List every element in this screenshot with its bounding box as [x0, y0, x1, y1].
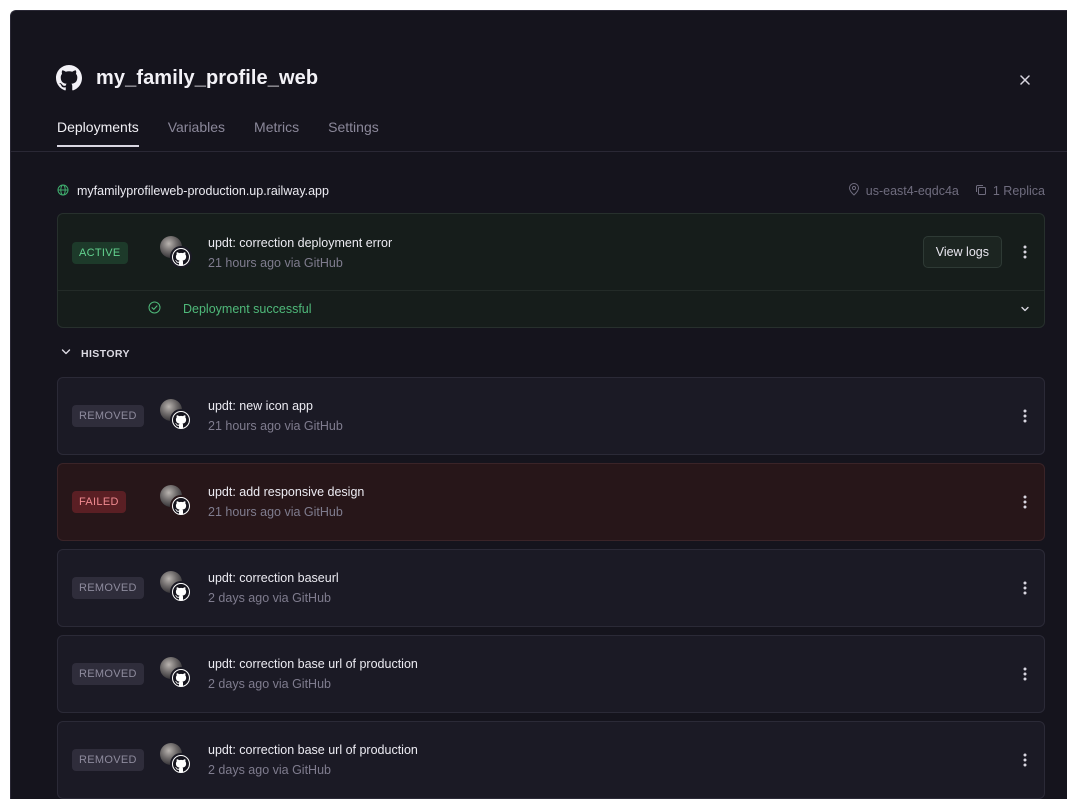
history-toggle[interactable]: HISTORY — [61, 347, 130, 360]
replica-text: 1 Replica — [992, 184, 1045, 198]
history-deployment-card[interactable]: REMOVED updt: correction base url of prod… — [57, 721, 1045, 799]
commit-message: updt: add responsive design — [208, 485, 365, 499]
replica-info: 1 Replica — [975, 184, 1045, 199]
github-small-icon — [170, 495, 192, 517]
tab-settings[interactable]: Settings — [328, 119, 379, 147]
commit-message: updt: new icon app — [208, 399, 313, 413]
history-deployment-card[interactable]: REMOVED updt: new icon app 21 hours ago vi… — [57, 377, 1045, 455]
region-text: us-east4-eqdc4a — [865, 184, 959, 198]
status-badge: REMOVED — [72, 749, 144, 771]
service-panel: my_family_profile_web Deployments Variab… — [10, 10, 1067, 799]
github-small-icon — [170, 753, 192, 775]
commit-info: updt: new icon app 21 hours ago via GitHu… — [208, 399, 343, 433]
service-header: my_family_profile_web — [56, 65, 318, 91]
expand-button[interactable] — [1020, 301, 1030, 319]
service-title: my_family_profile_web — [96, 66, 319, 89]
kebab-icon — [1023, 245, 1027, 259]
domain-url: myfamilyprofileweb-production.up.railway… — [77, 184, 329, 198]
commit-message: updt: correction baseurl — [208, 571, 339, 585]
view-logs-button[interactable]: View logs — [922, 236, 1002, 268]
location-pin-icon — [848, 183, 860, 199]
kebab-icon — [1023, 753, 1027, 767]
commit-time: 2 days ago via GitHub — [208, 677, 331, 691]
history-deployment-card[interactable]: REMOVED updt: correction base url of prod… — [57, 635, 1045, 713]
status-badge: ACTIVE — [72, 242, 128, 264]
card-divider — [58, 290, 1044, 291]
more-options-button[interactable] — [1020, 492, 1030, 512]
avatar — [160, 236, 192, 268]
kebab-icon — [1023, 409, 1027, 423]
kebab-icon — [1023, 667, 1027, 681]
copy-icon — [975, 184, 987, 199]
region-info: us-east4-eqdc4a — [848, 183, 959, 199]
commit-time: 21 hours ago via GitHub — [208, 256, 343, 270]
github-small-icon — [170, 246, 192, 268]
commit-info: updt: correction base url of production 2… — [208, 743, 418, 777]
tab-deployments[interactable]: Deployments — [57, 119, 139, 147]
tabs-divider — [11, 151, 1067, 152]
check-circle-icon — [148, 301, 161, 317]
history-deployment-card[interactable]: REMOVED updt: correction baseurl 2 days ag… — [57, 549, 1045, 627]
commit-time: 21 hours ago via GitHub — [208, 505, 343, 519]
avatar — [160, 571, 192, 603]
github-small-icon — [170, 409, 192, 431]
commit-message: updt: correction base url of production — [208, 743, 418, 757]
more-options-button[interactable] — [1020, 750, 1030, 770]
history-label: HISTORY — [81, 347, 130, 360]
commit-info: updt: correction baseurl 2 days ago via G… — [208, 571, 339, 605]
avatar — [160, 657, 192, 689]
more-options-button[interactable] — [1020, 406, 1030, 426]
commit-message: updt: correction deployment error — [208, 236, 393, 250]
domain-link[interactable]: myfamilyprofileweb-production.up.railway… — [57, 184, 329, 199]
github-small-icon — [170, 581, 192, 603]
status-badge: REMOVED — [72, 663, 144, 685]
deployment-result: Deployment successful — [148, 301, 312, 317]
close-icon — [1020, 72, 1030, 90]
close-button[interactable] — [1015, 71, 1035, 91]
tab-bar: Deployments Variables Metrics Settings — [57, 119, 408, 147]
active-deployment-card[interactable]: ACTIVE updt: correction deployment error… — [57, 213, 1045, 328]
chevron-down-icon — [61, 347, 71, 360]
status-badge: FAILED — [72, 491, 126, 513]
avatar — [160, 485, 192, 517]
kebab-icon — [1023, 581, 1027, 595]
kebab-icon — [1023, 495, 1027, 509]
more-options-button[interactable] — [1020, 664, 1030, 684]
chevron-down-icon — [1021, 306, 1029, 312]
deployment-meta: us-east4-eqdc4a 1 Replica — [848, 183, 1045, 199]
domain-row: myfamilyprofileweb-production.up.railway… — [57, 183, 1045, 199]
commit-message: updt: correction base url of production — [208, 657, 418, 671]
commit-info: updt: correction deployment error 21 hou… — [208, 236, 392, 270]
more-options-button[interactable] — [1020, 242, 1030, 262]
commit-info: updt: add responsive design 21 hours ago … — [208, 485, 364, 519]
tab-metrics[interactable]: Metrics — [254, 119, 299, 147]
tab-variables[interactable]: Variables — [168, 119, 225, 147]
history-deployment-card[interactable]: FAILED updt: add responsive design 21 hour… — [57, 463, 1045, 541]
github-icon — [56, 65, 82, 91]
status-badge: REMOVED — [72, 577, 144, 599]
more-options-button[interactable] — [1020, 578, 1030, 598]
commit-info: updt: correction base url of production 2… — [208, 657, 418, 691]
commit-time: 21 hours ago via GitHub — [208, 419, 343, 433]
avatar — [160, 399, 192, 431]
github-small-icon — [170, 667, 192, 689]
commit-time: 2 days ago via GitHub — [208, 763, 331, 777]
deployment-result-text: Deployment successful — [183, 302, 312, 316]
globe-icon — [57, 184, 69, 199]
avatar — [160, 743, 192, 775]
commit-time: 2 days ago via GitHub — [208, 591, 331, 605]
status-badge: REMOVED — [72, 405, 144, 427]
